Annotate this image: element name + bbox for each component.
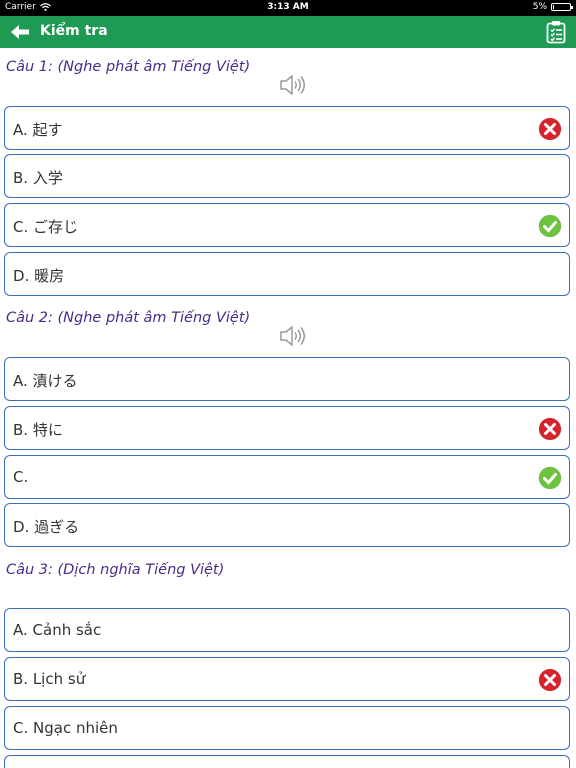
clipboard-list-icon[interactable] xyxy=(545,20,567,44)
option-label: A. 起す xyxy=(13,121,63,139)
battery-percent: 5% xyxy=(532,2,547,12)
status-bar: Carrier 3:13 AM 5% xyxy=(0,0,576,16)
answer-option-a[interactable]: A. 起す xyxy=(4,106,570,150)
answer-option-c[interactable]: C. Ngạc nhiên xyxy=(4,706,570,750)
status-time: 3:13 AM xyxy=(267,2,309,12)
page-title: Kiểm tra xyxy=(40,23,108,39)
battery-icon xyxy=(551,3,573,11)
nav-bar: Kiểm tra xyxy=(0,16,576,48)
answer-option-c[interactable]: C. xyxy=(4,455,570,499)
option-label: B. Lịch sử xyxy=(13,670,86,688)
checkmark-icon xyxy=(538,214,562,238)
answer-option-a[interactable]: A. 漬ける xyxy=(4,357,570,401)
back-arrow-icon[interactable] xyxy=(9,22,31,42)
speaker-icon[interactable] xyxy=(279,73,305,97)
option-label: C. ご存じ xyxy=(13,218,79,236)
option-label: C. xyxy=(13,468,29,486)
option-label: A. 漬ける xyxy=(13,372,78,390)
answer-option-b[interactable]: B. 特に xyxy=(4,406,570,450)
question-title: Câu 2: (Nghe phát âm Tiếng Việt) xyxy=(6,310,251,326)
answer-option-d[interactable]: D. 暖房 xyxy=(4,252,570,296)
cross-mark-icon xyxy=(538,117,562,141)
answer-option-b[interactable]: B. Lịch sử xyxy=(4,657,570,701)
option-label: D. 暖房 xyxy=(13,267,65,285)
answer-option-d[interactable] xyxy=(4,755,570,768)
answer-option-d[interactable]: D. 過ぎる xyxy=(4,503,570,547)
answer-option-a[interactable]: A. Cảnh sắc xyxy=(4,608,570,652)
speaker-icon[interactable] xyxy=(279,324,305,348)
question-title: Câu 1: (Nghe phát âm Tiếng Việt) xyxy=(6,59,251,75)
question-title: Câu 3: (Dịch nghĩa Tiếng Việt) xyxy=(6,562,225,578)
option-label: B. 入学 xyxy=(13,169,63,187)
battery-fill xyxy=(553,5,554,9)
answer-option-b[interactable]: B. 入学 xyxy=(4,154,570,198)
checkmark-icon xyxy=(538,466,562,490)
option-label: A. Cảnh sắc xyxy=(13,621,102,639)
cross-mark-icon xyxy=(538,668,562,692)
option-label: C. Ngạc nhiên xyxy=(13,719,118,737)
option-label: B. 特に xyxy=(13,421,63,439)
option-label: D. 過ぎる xyxy=(13,518,80,536)
cross-mark-icon xyxy=(538,417,562,441)
battery-group: 5% xyxy=(532,2,573,12)
answer-option-c[interactable]: C. ご存じ xyxy=(4,203,570,247)
